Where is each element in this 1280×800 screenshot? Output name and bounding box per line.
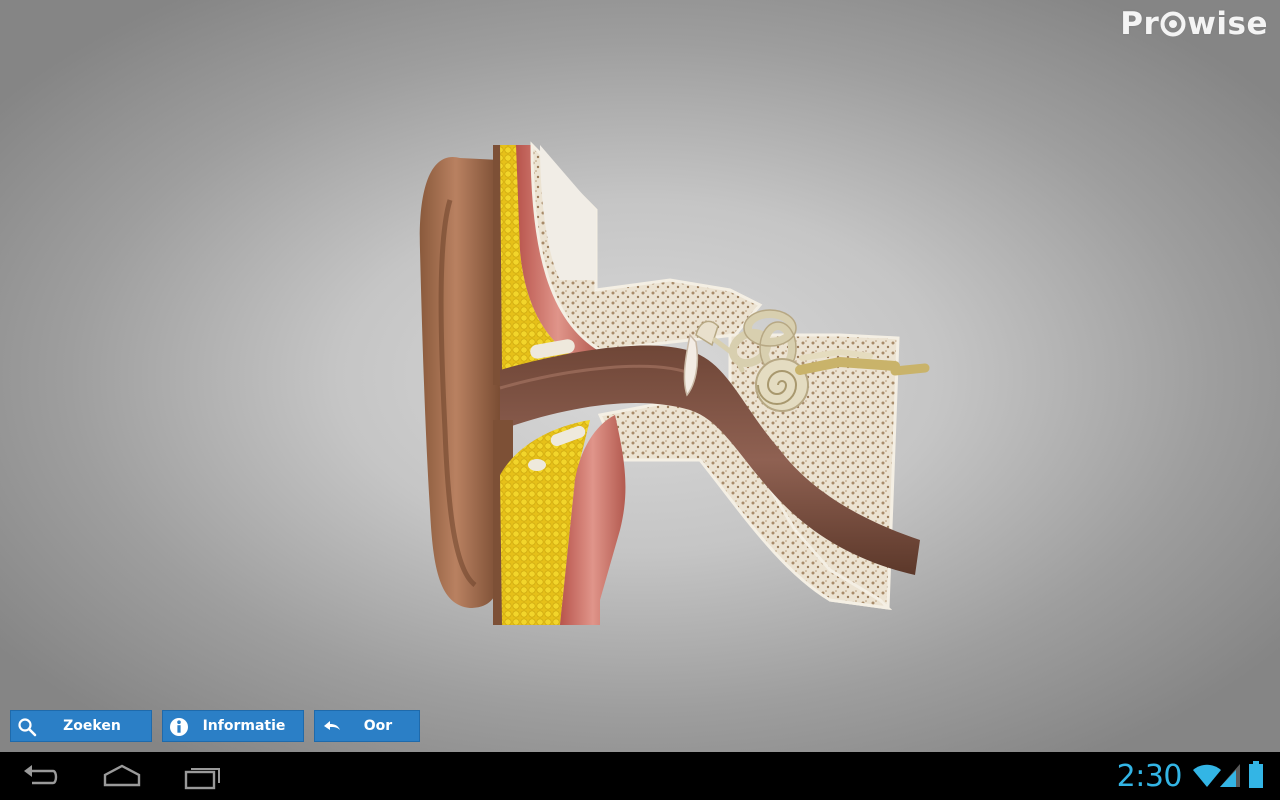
- auricle: [419, 156, 500, 609]
- search-icon: [18, 718, 37, 737]
- info-icon: [170, 718, 188, 736]
- battery-icon: [1249, 761, 1263, 788]
- undo-arrow-icon: [324, 721, 340, 730]
- recent-apps-icon[interactable]: [183, 762, 223, 790]
- logo-circle-icon: [1160, 11, 1186, 37]
- home-icon[interactable]: [102, 762, 142, 790]
- search-button[interactable]: Zoeken: [10, 710, 152, 742]
- system-navigation-bar: 2:30: [0, 752, 1280, 800]
- back-to-ear-button[interactable]: Oor: [314, 710, 420, 742]
- info-button[interactable]: Informatie: [162, 710, 304, 742]
- app-viewport: Pr wise Zoeken Informatie Oor: [0, 0, 1280, 752]
- prowise-logo: Pr wise: [1120, 6, 1268, 42]
- logo-text-right: wise: [1187, 6, 1268, 42]
- signal-icon: [1220, 764, 1240, 787]
- back-icon[interactable]: [20, 762, 60, 790]
- status-clock: 2:30: [1116, 759, 1183, 794]
- logo-text-left: Pr: [1120, 6, 1160, 42]
- bottom-toolbar: Zoeken Informatie Oor: [10, 710, 430, 742]
- ear-3d-model[interactable]: [400, 130, 950, 640]
